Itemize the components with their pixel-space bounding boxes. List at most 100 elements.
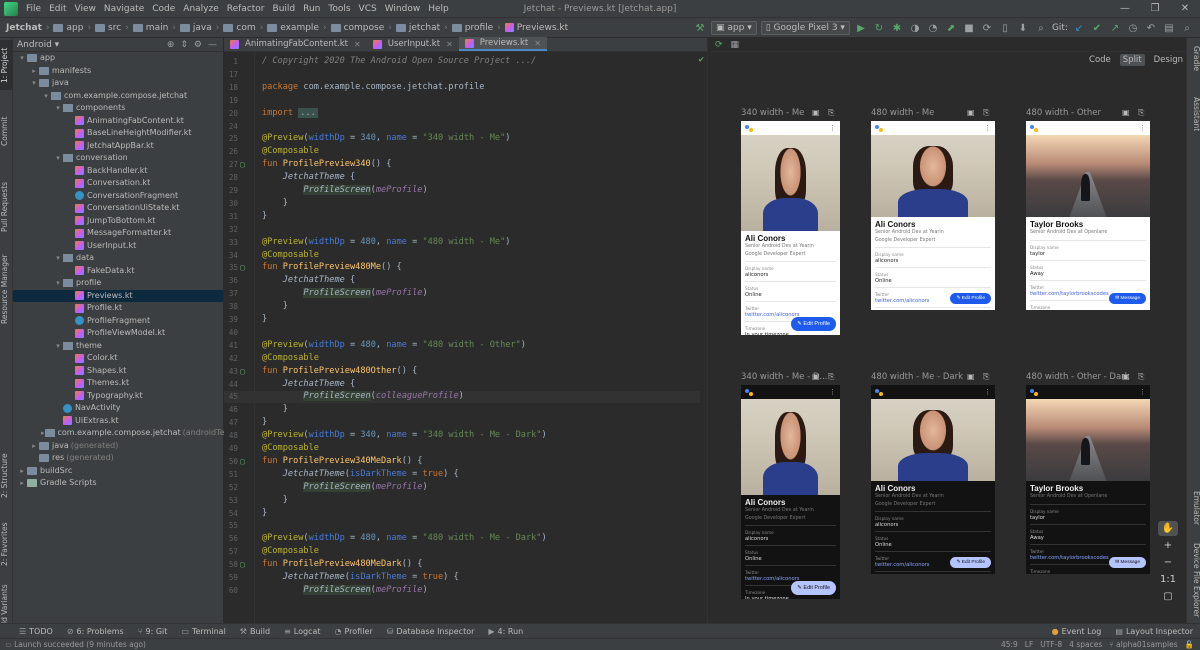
tree-item[interactable]: Profile.kt xyxy=(13,302,223,315)
expand-arrow-icon[interactable]: ▸ xyxy=(17,477,27,490)
tree-item[interactable]: ▾ data xyxy=(13,252,223,265)
interactive-mode-icon[interactable]: ▣ xyxy=(1122,372,1130,381)
breadcrumb-item[interactable]: java xyxy=(178,23,214,33)
breadcrumb-item[interactable]: main xyxy=(131,23,171,33)
editor-tab[interactable]: Previews.kt ✕ xyxy=(458,37,547,51)
tree-item[interactable]: ▾ java xyxy=(13,77,223,90)
tree-item[interactable]: UserInput.kt xyxy=(13,240,223,253)
tool-window-build[interactable]: ⚒ Build xyxy=(233,627,277,636)
left-tab-0[interactable]: 1: Project xyxy=(0,40,13,90)
zoom-out-icon[interactable]: − xyxy=(1158,555,1178,570)
breadcrumb-item[interactable]: profile xyxy=(450,23,495,33)
indent-setting[interactable]: 4 spaces xyxy=(1069,640,1102,649)
expand-arrow-icon[interactable]: ▾ xyxy=(53,340,63,353)
breadcrumb-item[interactable]: com xyxy=(221,23,257,33)
apply-changes-icon[interactable]: ↻ xyxy=(872,21,886,35)
preview-gutter-icon[interactable]: ▢ xyxy=(240,559,250,571)
tool-window-9-git[interactable]: ⑂ 9: Git xyxy=(131,627,175,636)
tree-item[interactable]: BaseLineHeightModifier.kt xyxy=(13,127,223,140)
lock-icon[interactable]: 🔓 xyxy=(1185,640,1194,649)
tool-window-4-run[interactable]: ▶ 4: Run xyxy=(481,627,530,636)
breadcrumb-item[interactable]: Previews.kt xyxy=(503,23,570,33)
tree-item[interactable]: FakeData.kt xyxy=(13,265,223,278)
right-tab-2[interactable]: Emulator xyxy=(1187,488,1200,528)
expand-arrow-icon[interactable]: ▾ xyxy=(53,102,63,115)
right-tab-0[interactable]: Gradle xyxy=(1187,42,1200,74)
git-rollback-icon[interactable]: ↶ xyxy=(1144,21,1158,35)
collapse-all-icon[interactable]: ⇕ xyxy=(180,40,188,50)
edit-profile-fab[interactable]: ✎ Edit Profile xyxy=(950,557,991,568)
expand-arrow-icon[interactable]: ▾ xyxy=(29,77,39,90)
tool-window-event-log[interactable]: ● Event Log xyxy=(1045,627,1109,636)
pan-hand-icon[interactable]: ✋ xyxy=(1158,521,1178,536)
refresh-icon[interactable]: ⟳ xyxy=(715,40,723,50)
git-branch[interactable]: ⑂ alpha01samples xyxy=(1109,640,1177,649)
git-history-icon[interactable]: ◷ xyxy=(1126,21,1140,35)
breadcrumb-item[interactable]: src xyxy=(93,23,123,33)
tree-item[interactable]: Previews.kt xyxy=(13,289,223,302)
run-icon[interactable]: ▶ xyxy=(854,21,868,35)
tree-item[interactable]: res (generated) xyxy=(13,452,223,465)
sdk-manager-icon[interactable]: ⬇ xyxy=(1016,21,1030,35)
profile-preview[interactable]: ⋮ Taylor Brooks Senior Android Dev at Open… xyxy=(1026,121,1150,310)
expand-arrow-icon[interactable]: ▸ xyxy=(29,65,39,78)
tool-window-todo[interactable]: ☰ TODO xyxy=(12,627,60,636)
code-area[interactable]: ✔ 1/ Copyright 2020 The Android Open Sou… xyxy=(224,52,708,623)
preview-gutter-icon[interactable]: ▢ xyxy=(240,456,250,468)
coverage-icon[interactable]: ◑ xyxy=(908,21,922,35)
interactive-mode-icon[interactable]: ▣ xyxy=(1122,108,1130,117)
menu-navigate[interactable]: Navigate xyxy=(100,4,148,14)
tree-item[interactable]: MessageFormatter.kt xyxy=(13,227,223,240)
tool-window-profiler[interactable]: ◔ Profiler xyxy=(328,627,380,636)
view-mode-split[interactable]: Split xyxy=(1119,54,1145,66)
profile-preview[interactable]: ⋮ Ali Conors Senior Android Dev at Yearin G… xyxy=(741,385,840,599)
deploy-preview-icon[interactable]: ⎘ xyxy=(983,372,989,382)
editor-tab[interactable]: UserInput.kt ✕ xyxy=(367,37,459,51)
tool-window-terminal[interactable]: ▭ Terminal xyxy=(174,627,232,636)
project-structure-icon[interactable]: ▤ xyxy=(1162,21,1176,35)
breadcrumb-item[interactable]: Jetchat xyxy=(4,23,44,33)
device-select[interactable]: ▯ Google Pixel 3 ▾ xyxy=(760,21,850,35)
run-config-select[interactable]: ▣ app ▾ xyxy=(711,21,757,35)
tree-item[interactable]: Color.kt xyxy=(13,352,223,365)
hide-icon[interactable]: — xyxy=(208,40,217,50)
menu-tools[interactable]: Tools xyxy=(324,4,354,14)
tree-item[interactable]: Conversation.kt xyxy=(13,177,223,190)
tree-item[interactable]: ▸ Gradle Scripts xyxy=(13,477,223,490)
right-tab-1[interactable]: Assistant xyxy=(1187,88,1200,140)
menu-run[interactable]: Run xyxy=(299,4,324,14)
close-tab-icon[interactable]: ✕ xyxy=(446,40,453,49)
tree-item[interactable]: Typography.kt xyxy=(13,390,223,403)
tree-item[interactable]: ConversationFragment xyxy=(13,190,223,203)
menu-refactor[interactable]: Refactor xyxy=(223,4,269,14)
menu-edit[interactable]: Edit xyxy=(45,4,70,14)
tree-item[interactable]: ConversationUiState.kt xyxy=(13,202,223,215)
tree-item[interactable]: ▾ app xyxy=(13,52,223,65)
file-encoding[interactable]: UTF-8 xyxy=(1040,640,1062,649)
zoom-in-icon[interactable]: + xyxy=(1158,538,1178,553)
close-tab-icon[interactable]: ✕ xyxy=(534,39,541,48)
interactive-mode-icon[interactable]: ▣ xyxy=(812,108,820,117)
tree-item[interactable]: ▾ conversation xyxy=(13,152,223,165)
expand-arrow-icon[interactable]: ▸ xyxy=(29,440,39,453)
left-tab-4[interactable]: 2: Structure xyxy=(0,446,13,506)
tree-item[interactable]: ▸ com.example.compose.jetchat (androidTest… xyxy=(13,427,235,440)
edit-profile-fab[interactable]: ✎ Edit Profile xyxy=(791,317,836,331)
preview-gutter-icon[interactable]: ▢ xyxy=(240,262,250,274)
profile-preview[interactable]: ⋮ Ali Conors Senior Android Dev at Yearin G… xyxy=(741,121,840,335)
tool-window-database-inspector[interactable]: ⛁ Database Inspector xyxy=(380,627,482,636)
profile-icon[interactable]: ◔ xyxy=(926,21,940,35)
expand-arrow-icon[interactable]: ▾ xyxy=(53,252,63,265)
git-update-icon[interactable]: ↙ xyxy=(1072,21,1086,35)
deploy-preview-icon[interactable]: ⎘ xyxy=(1138,108,1144,118)
interactive-mode-icon[interactable]: ▣ xyxy=(812,372,820,381)
tree-item[interactable]: ▾ profile xyxy=(13,277,223,290)
expand-arrow-icon[interactable]: ▸ xyxy=(17,465,27,478)
minimize-icon[interactable]: — xyxy=(1110,0,1140,18)
right-tab-3[interactable]: Device File Explorer xyxy=(1187,542,1200,618)
left-tab-3[interactable]: Resource Manager xyxy=(0,246,13,332)
view-mode-design[interactable]: Design xyxy=(1151,54,1186,66)
menu-vcs[interactable]: VCS xyxy=(355,4,381,14)
zoom-to-fit-icon[interactable]: ▢ xyxy=(1158,589,1178,604)
layout-grid-icon[interactable]: ▦ xyxy=(731,40,740,50)
